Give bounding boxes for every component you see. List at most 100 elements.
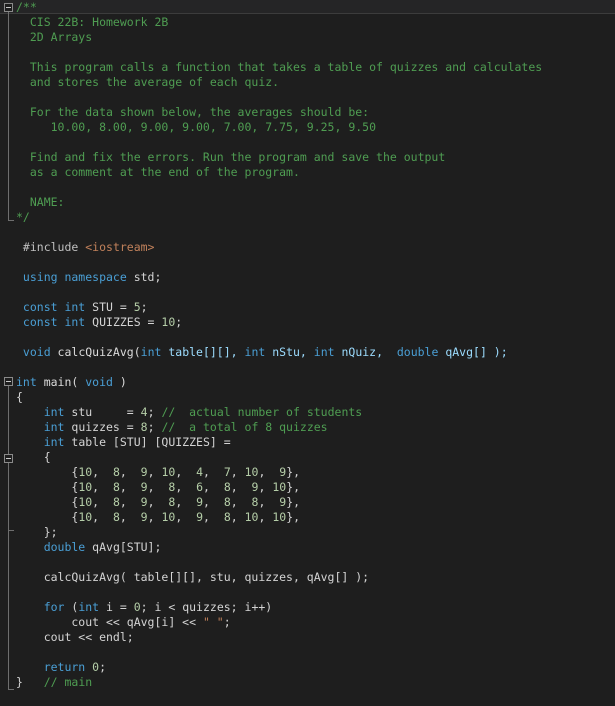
code-token: This program calls a function that takes… <box>16 60 543 74</box>
code-token: 10 <box>78 465 93 479</box>
code-line: 2D Arrays <box>0 30 615 45</box>
code-line: const int QUIZZES = 10; <box>0 315 615 330</box>
code-token: quizzes = <box>71 420 141 434</box>
code-token: 7 <box>223 465 231 479</box>
code-token: int <box>16 405 72 419</box>
code-token: QUIZZES = <box>92 315 162 329</box>
fold-marker-block-comment[interactable] <box>4 3 13 12</box>
code-token: , <box>258 465 280 479</box>
code-token: 4 <box>196 465 204 479</box>
code-token: 4 <box>140 405 148 419</box>
code-token: 10 <box>244 510 259 524</box>
code-token: , <box>203 495 224 509</box>
code-token: // actual number of students <box>161 405 363 419</box>
code-token: ; i < quizzes; i++) <box>140 600 273 614</box>
code-token: 8 <box>223 495 231 509</box>
code-line: Find and fix the errors. Run the program… <box>0 150 615 165</box>
code-token: calcQuizAvg( <box>57 345 141 359</box>
code-line: return 0; <box>0 660 615 675</box>
code-token: 10 <box>161 510 176 524</box>
code-token: { <box>16 495 79 509</box>
code-token: { <box>16 465 79 479</box>
code-token: ; <box>99 660 107 674</box>
code-token: const int <box>16 315 93 329</box>
code-token: STU = <box>92 300 134 314</box>
fold-marker-array-initializer[interactable] <box>4 454 13 463</box>
source-code-text[interactable]: /** CIS 22B: Homework 2B 2D Arrays This … <box>0 0 615 706</box>
code-token: and stores the average of each quiz. <box>16 75 280 89</box>
code-token: , <box>258 495 280 509</box>
code-token: 10.00, 8.00, 9.00, 9.00, 7.00, 7.75, 9.2… <box>16 120 377 134</box>
code-token: ; <box>140 300 148 314</box>
fold-guide-line-array <box>8 463 9 530</box>
code-token: for <box>16 600 72 614</box>
code-editor[interactable]: /** CIS 22B: Homework 2B 2D Arrays This … <box>0 0 615 706</box>
code-token: }, <box>286 465 301 479</box>
code-token: { <box>16 480 79 494</box>
code-token: int <box>140 345 169 359</box>
code-token: 10 <box>161 465 176 479</box>
code-token: 9 <box>140 480 148 494</box>
code-token: qAvg[STU]; <box>92 540 162 554</box>
code-token: nStu, <box>272 345 314 359</box>
code-line: { <box>0 450 615 465</box>
code-token: #include <box>16 240 86 254</box>
code-line: cout << qAvg[i] << " "; <box>0 615 615 630</box>
code-token: return <box>16 660 93 674</box>
code-token: */ <box>16 210 30 224</box>
code-line: calcQuizAvg( table[][], stu, quizzes, qA… <box>0 570 615 585</box>
code-line: cout << endl; <box>0 630 615 645</box>
code-line: This program calls a function that takes… <box>0 60 615 75</box>
code-token: int <box>16 375 44 389</box>
code-token: , <box>230 465 245 479</box>
code-token: qAvg[] ); <box>445 345 508 359</box>
fold-marker-main-function[interactable] <box>4 377 13 386</box>
code-token: ; <box>175 315 183 329</box>
editor-fold-gutter[interactable] <box>0 0 16 706</box>
code-token: Find and fix the errors. Run the program… <box>16 150 446 164</box>
code-token: 10 <box>78 495 93 509</box>
code-token: void <box>85 375 120 389</box>
code-token: cout << qAvg[i] << <box>16 615 203 629</box>
code-line: int table [STU] [QUIZZES] = <box>0 435 615 450</box>
code-line: {10, 8, 9, 8, 9, 8, 8, 9}, <box>0 495 615 510</box>
code-token: ; <box>147 405 162 419</box>
code-token: , <box>92 480 113 494</box>
code-token: 10 <box>244 465 259 479</box>
code-token: }, <box>286 495 301 509</box>
code-token: 9 <box>196 495 204 509</box>
code-token: , <box>258 510 273 524</box>
code-token: , <box>119 465 141 479</box>
code-token: ; <box>223 615 231 629</box>
code-line: For the data shown below, the averages s… <box>0 105 615 120</box>
code-token: , <box>147 510 162 524</box>
code-token: 10 <box>161 315 176 329</box>
code-line: */ <box>0 210 615 225</box>
code-token: , <box>175 510 197 524</box>
code-token: // main <box>43 675 93 689</box>
code-line: int main( void ) <box>0 375 615 390</box>
code-token: }, <box>286 480 301 494</box>
code-token: , <box>147 495 169 509</box>
code-token: int <box>313 345 342 359</box>
code-token: { <box>16 390 23 404</box>
code-line: int stu = 4; // actual number of student… <box>0 405 615 420</box>
code-token: 6 <box>196 480 204 494</box>
code-token: 5 <box>133 300 141 314</box>
code-token: 8 <box>112 480 120 494</box>
code-token: 2D Arrays <box>16 30 93 44</box>
code-token: int <box>16 420 72 434</box>
code-token: 9 <box>140 495 148 509</box>
code-token: table[][], <box>168 345 245 359</box>
code-token: , <box>119 495 141 509</box>
code-token: i = <box>106 600 134 614</box>
code-line: } // main <box>0 675 615 690</box>
code-token: 8 <box>223 510 231 524</box>
code-token: using namespace <box>16 270 134 284</box>
code-line: {10, 8, 9, 10, 9, 8, 10, 10}, <box>0 510 615 525</box>
